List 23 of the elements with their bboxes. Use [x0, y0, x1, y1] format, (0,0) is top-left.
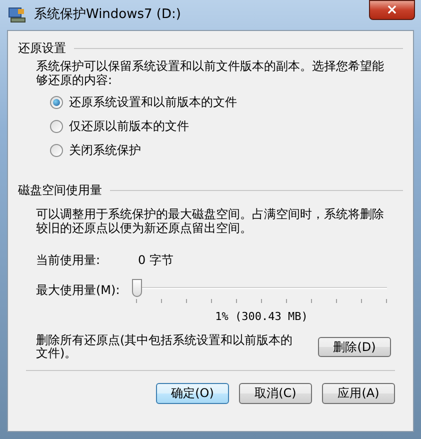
- delete-description: 删除所有还原点(其中包括系统设置和以前版本的文件)。: [36, 334, 294, 360]
- radio-option[interactable]: 仅还原以前版本的文件: [50, 117, 189, 135]
- radio-button[interactable]: [50, 144, 63, 156]
- computer-icon: [8, 7, 26, 23]
- dialog-button[interactable]: 取消(C): [239, 382, 312, 404]
- current-usage-value: 0 字节: [138, 252, 174, 269]
- current-usage-label: 当前使用量:: [36, 252, 102, 269]
- delete-button[interactable]: 删除(D): [318, 336, 391, 356]
- slider-reading: 1% (300.43 MB): [215, 309, 308, 325]
- radio-option[interactable]: 还原系统设置和以前版本的文件: [50, 93, 237, 111]
- dialog-button[interactable]: 确定(O): [156, 382, 229, 404]
- description-text: 系统保护可以保留系统设置和以前文件版本的副本。选择您希望能够还原的内容:: [36, 59, 385, 87]
- section-heading: 磁盘空间使用量: [18, 182, 102, 199]
- description-text: 可以调整用于系统保护的最大磁盘空间。占满空间时，系统将删除较旧的还原点以便为新还原点留出空间。: [36, 207, 385, 235]
- section-heading: 还原设置: [18, 40, 66, 57]
- radio-button[interactable]: [50, 120, 63, 132]
- radio-option[interactable]: 关闭系统保护: [50, 141, 141, 159]
- max-usage-label: 最大使用量(M):: [36, 282, 121, 299]
- dialog-button[interactable]: 应用(A): [322, 382, 395, 404]
- close-button[interactable]: ×: [369, 0, 415, 20]
- slider-thumb[interactable]: [132, 279, 142, 297]
- radio-button[interactable]: [50, 96, 63, 108]
- window-title: 系统保护Windows7 (D:): [34, 6, 181, 24]
